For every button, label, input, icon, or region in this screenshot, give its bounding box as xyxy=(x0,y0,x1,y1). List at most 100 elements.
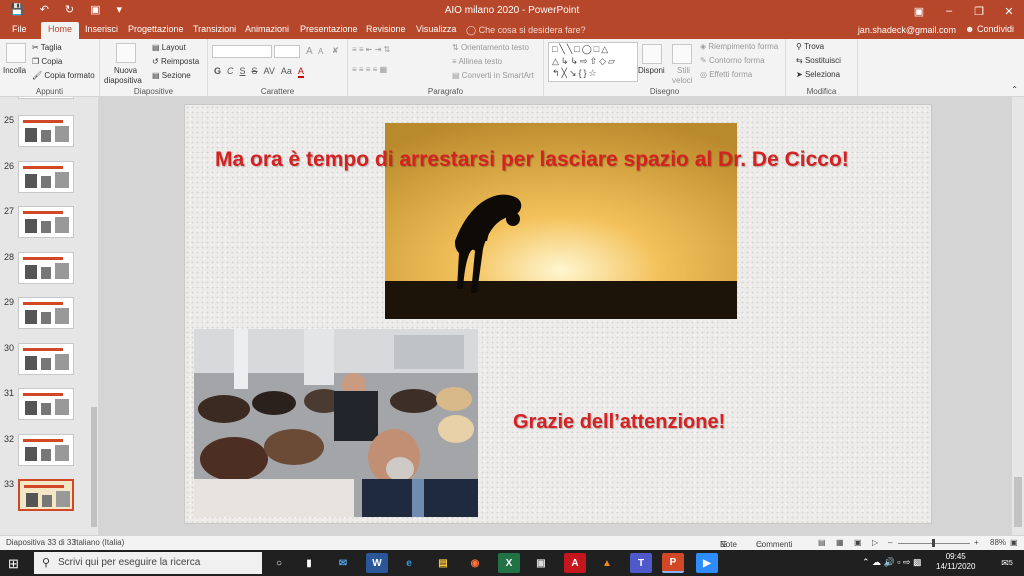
bold-button[interactable]: G xyxy=(214,66,221,78)
slide-title[interactable]: Ma ora è tempo di arrestarsi per lasciar… xyxy=(215,148,915,172)
task-view-icon[interactable]: ▮ xyxy=(298,553,320,573)
slide-thumbnail-row[interactable]: 32 xyxy=(0,433,98,474)
shapes-gallery[interactable]: □╲╲□◯□△ △↳↳⇨⇧◇▱ ↰╳↘{}☆ xyxy=(548,42,638,82)
slide-thumbnail-partial[interactable] xyxy=(18,97,74,99)
share-button[interactable]: ☻ Condividi xyxy=(965,24,1014,34)
tab-design[interactable]: Progettazione xyxy=(128,24,184,34)
slide-thumbnail[interactable] xyxy=(18,433,74,466)
windows-start-icon[interactable]: ⊞ xyxy=(8,556,19,572)
slide-thumbnail[interactable] xyxy=(18,342,74,375)
font-name-box[interactable] xyxy=(212,45,272,58)
minimize-icon[interactable]: – xyxy=(934,0,964,22)
strikethrough-button[interactable]: S xyxy=(252,66,258,78)
excel-icon[interactable]: X xyxy=(498,553,520,573)
slide-thumbnail-row[interactable]: 25 xyxy=(0,115,98,155)
select-button[interactable]: ➤ Seleziona xyxy=(796,70,840,79)
language-indicator[interactable]: Italiano (Italia) xyxy=(74,538,124,547)
paste-button[interactable]: Incolla xyxy=(3,66,26,75)
clock[interactable]: 09:45 14/11/2020 xyxy=(936,552,975,572)
thumbnail-scrollbar[interactable] xyxy=(90,97,98,535)
scrollbar-thumb[interactable] xyxy=(1014,477,1022,527)
tab-review[interactable]: Revisione xyxy=(366,24,406,34)
grow-font-button[interactable]: A xyxy=(306,46,313,57)
slide-thumbnail[interactable] xyxy=(18,251,74,284)
zoom-in-icon[interactable]: + xyxy=(974,538,979,547)
teams-icon[interactable]: T xyxy=(630,553,652,573)
slideshow-icon[interactable]: ▷ xyxy=(872,538,878,547)
vlc-icon[interactable]: ▲ xyxy=(596,553,618,573)
text-direction-button[interactable]: ⇅ Orientamento testo xyxy=(452,43,529,52)
zoom-out-icon[interactable]: – xyxy=(888,538,892,547)
collapse-ribbon-icon[interactable]: ⌃ xyxy=(1011,85,1018,94)
close-icon[interactable]: ✕ xyxy=(994,0,1024,22)
italic-button[interactable]: C xyxy=(227,66,234,78)
slide-thumbnail-row[interactable]: 27 xyxy=(0,206,98,246)
tab-file[interactable]: File xyxy=(12,24,27,34)
quick-styles-line2[interactable]: veloci xyxy=(672,76,692,85)
fit-slide-icon[interactable]: ▣ xyxy=(1010,538,1018,547)
powerpoint-icon[interactable]: P xyxy=(662,553,684,573)
notification-badge[interactable]: ✉ 5 xyxy=(996,553,1018,573)
list-icons[interactable]: ≡ ≡ ⇤ ⇥ ⇅ xyxy=(352,45,390,54)
tab-slideshow[interactable]: Presentazione xyxy=(300,24,358,34)
slide-thumbnail-row[interactable]: 28 xyxy=(0,251,98,292)
quick-styles-line1[interactable]: Stili xyxy=(677,66,690,75)
edge-icon[interactable]: e xyxy=(398,553,420,573)
replace-button[interactable]: ⇆ Sostituisci xyxy=(796,56,841,65)
shape-fill-button[interactable]: ◈ Riempimento forma xyxy=(700,42,778,51)
slide-thumbnail-row[interactable]: 31 xyxy=(0,388,98,428)
arrange-button[interactable]: Disponi xyxy=(638,66,665,75)
shrink-font-button[interactable]: A xyxy=(318,47,323,56)
new-slide-icon[interactable] xyxy=(116,43,136,63)
underline-button[interactable]: S xyxy=(240,66,246,78)
font-color-icon[interactable]: A xyxy=(297,66,304,78)
tell-me-search[interactable]: ◯ Che cosa si desidera fare? xyxy=(466,25,586,36)
store-icon[interactable]: ▣ xyxy=(530,553,552,573)
font-size-box[interactable] xyxy=(274,45,300,58)
tab-insert[interactable]: Inserisci xyxy=(85,24,118,34)
mail-icon[interactable]: ✉ xyxy=(332,553,354,573)
normal-view-icon[interactable]: ▤ xyxy=(818,538,826,547)
tab-home[interactable]: Home xyxy=(41,22,80,39)
slide-thumbnail-row[interactable]: 30 xyxy=(0,342,98,383)
zoom-level[interactable]: 88% xyxy=(990,538,1006,547)
slide-thumbnail[interactable] xyxy=(18,479,74,511)
shape-outline-button[interactable]: ✎ Contorno forma xyxy=(700,56,765,65)
tab-view[interactable]: Visualizza xyxy=(416,24,456,34)
restore-icon[interactable]: ❐ xyxy=(964,0,994,22)
layout-button[interactable]: ▤ Layout xyxy=(152,43,186,52)
taskbar-search[interactable]: ⚲ Scrivi qui per eseguire la ricerca xyxy=(34,552,262,574)
slide-thumbnail-row[interactable]: 26 xyxy=(0,160,98,201)
slide-thumbnail[interactable] xyxy=(18,160,74,193)
zoom-slider-thumb[interactable] xyxy=(932,539,935,547)
tab-transitions[interactable]: Transizioni xyxy=(193,24,236,34)
slide-thumbnail[interactable] xyxy=(18,206,74,238)
word-icon[interactable]: W xyxy=(366,553,388,573)
char-spacing-button[interactable]: AV xyxy=(264,66,275,78)
find-button[interactable]: ⚲ Trova xyxy=(796,42,824,51)
shape-effects-button[interactable]: ◎ Effetti forma xyxy=(700,70,752,79)
slide-thumbnail[interactable] xyxy=(18,297,74,329)
paste-icon[interactable] xyxy=(6,43,26,63)
zoom-app-icon[interactable]: ▶ xyxy=(696,553,718,573)
new-slide-button-line2[interactable]: diapositiva xyxy=(104,76,142,85)
slide-sorter-icon[interactable]: ▦ xyxy=(836,538,844,547)
file-explorer-icon[interactable]: ▤ xyxy=(432,553,454,573)
slide-thumbnail[interactable] xyxy=(18,115,74,147)
acrobat-icon[interactable]: A xyxy=(564,553,586,573)
reading-view-icon[interactable]: ▣ xyxy=(854,538,862,547)
change-case-button[interactable]: Aa xyxy=(281,66,292,78)
current-slide[interactable]: Ma ora è tempo di arrestarsi per lasciar… xyxy=(184,104,932,524)
format-painter-button[interactable]: 🖌 Copia formato xyxy=(32,71,95,80)
section-button[interactable]: ▤ Sezione xyxy=(152,71,191,80)
align-text-button[interactable]: ≡ Allinea testo xyxy=(452,57,502,66)
arrange-icon[interactable] xyxy=(642,44,662,64)
cut-button[interactable]: ✂ Taglia xyxy=(32,43,62,52)
quick-styles-icon[interactable] xyxy=(672,44,692,64)
slide-thumbnail[interactable] xyxy=(18,388,74,420)
firefox-icon[interactable]: ◉ xyxy=(464,553,486,573)
system-tray-icons[interactable]: ⌃ ☁ 🔊 ▫ ⇨ ▩ xyxy=(862,557,921,568)
sleeping-audience-image[interactable] xyxy=(194,329,478,517)
copy-button[interactable]: ❐ Copia xyxy=(32,57,62,66)
reset-button[interactable]: ↺ Reimposta xyxy=(152,57,199,66)
